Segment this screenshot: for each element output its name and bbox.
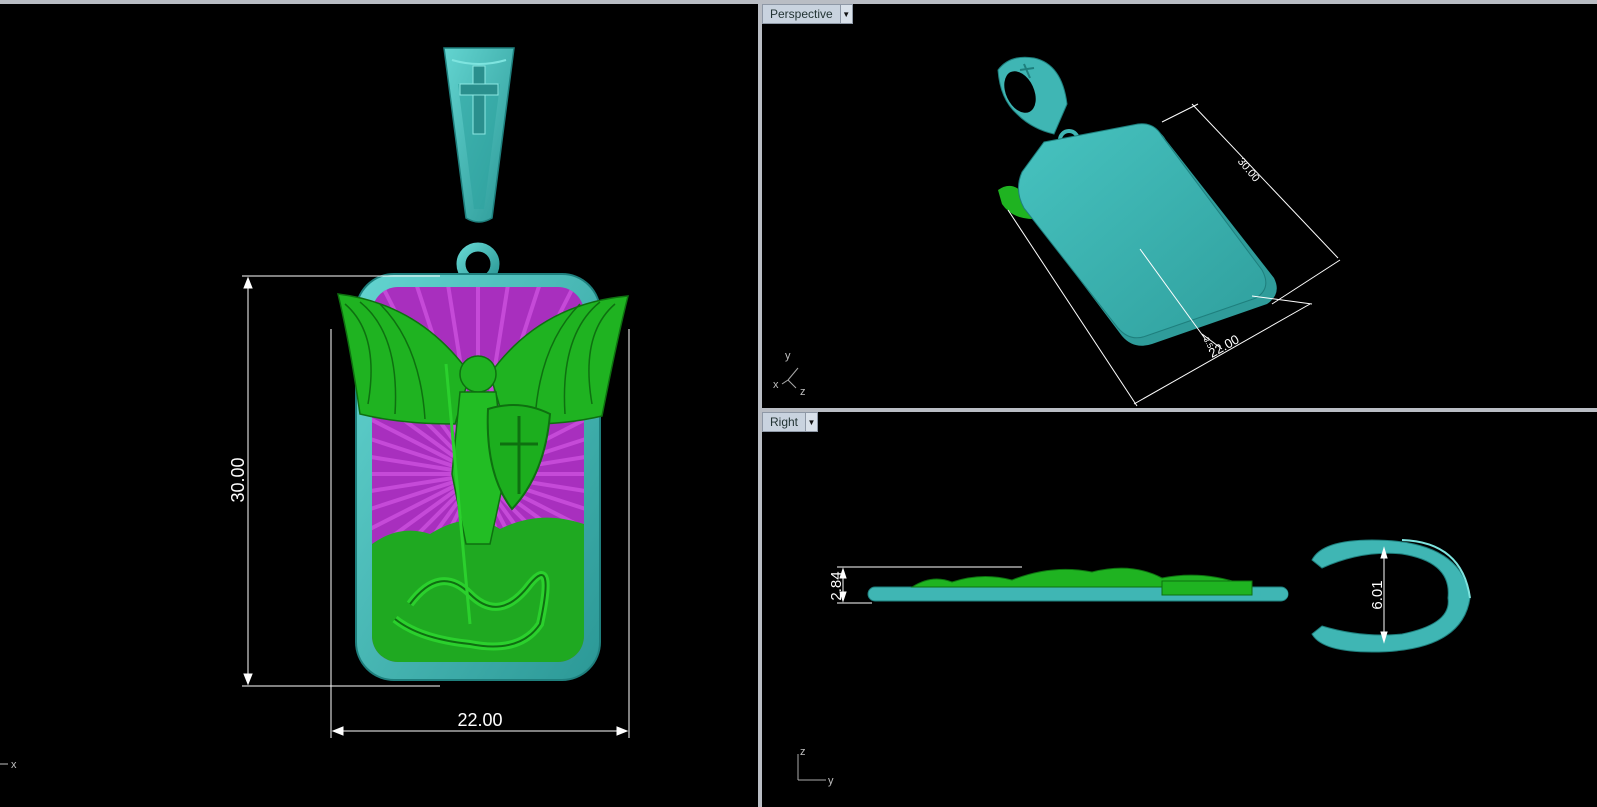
right-axis-z-label: z [800, 746, 806, 758]
persp-axis-z-label: z [800, 386, 806, 398]
width-dimension-label: 22.00 [457, 710, 502, 730]
persp-length-label: 30.00 [1235, 156, 1262, 185]
height-dimension-label: 30.00 [228, 457, 248, 502]
bail-perspective [997, 56, 1068, 135]
viewport-splitter-horizontal[interactable] [762, 408, 1597, 412]
right-viewport[interactable]: 2.84 6.01 z y Right ▼ [762, 412, 1597, 807]
pendant-tag-back [1018, 123, 1277, 346]
viewport-splitter-vertical[interactable] [758, 4, 762, 807]
right-axis-widget: z y [797, 746, 834, 787]
perspective-viewport-tab[interactable]: Perspective ▼ [762, 4, 853, 24]
pendant-side-profile [867, 567, 1289, 602]
chevron-down-icon[interactable]: ▼ [839, 5, 852, 23]
perspective-viewport-canvas: 30.00 22.00 3.5 y x z [773, 56, 1341, 407]
thickness-dimension-label: 2.84 [828, 571, 845, 600]
front-viewport[interactable]: 30.00 22.00 x [0, 4, 758, 807]
perspective-viewport-title[interactable]: Perspective [763, 5, 840, 23]
front-axis-x-label: x [11, 759, 17, 771]
right-viewport-canvas: 2.84 6.01 z y [797, 539, 1471, 787]
perspective-viewport[interactable]: 30.00 22.00 3.5 y x z Perspective ▼ [762, 4, 1597, 408]
persp-axis-y-label: y [785, 350, 791, 362]
perspective-axis-widget: y x z [773, 350, 806, 398]
bail-side-profile [1311, 539, 1471, 653]
persp-axis-x-label: x [773, 379, 779, 391]
bail-opening-dimension-label: 6.01 [1369, 580, 1386, 609]
bail-front [443, 47, 515, 223]
right-axis-y-label: y [828, 775, 834, 787]
chevron-down-icon[interactable]: ▼ [805, 413, 818, 431]
right-viewport-title[interactable]: Right [763, 413, 805, 431]
front-viewport-canvas: 30.00 22.00 x [0, 47, 630, 771]
right-viewport-tab[interactable]: Right ▼ [762, 412, 819, 432]
